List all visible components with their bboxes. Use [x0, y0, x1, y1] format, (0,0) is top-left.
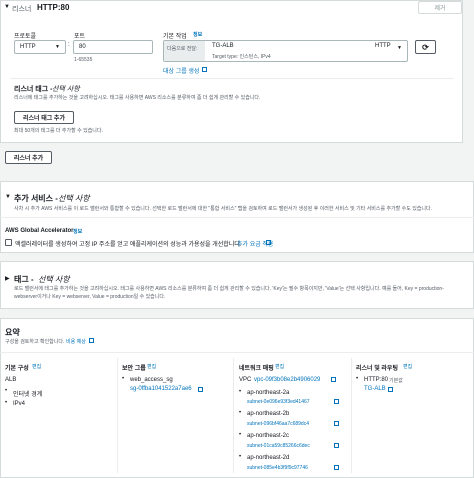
summary-desc: 구성을 검토하고 확인합니다.	[5, 339, 65, 345]
listener-title-prefix: 리스너	[12, 6, 32, 13]
ga-checkbox[interactable]	[5, 239, 12, 246]
listener-tags-desc: 리스너에 태그를 추가하는 것을 고려하십시오. 태그를 사용하면 AWS 리소…	[14, 95, 261, 101]
subnet-a-external-icon	[334, 399, 339, 404]
cost-estimate-link[interactable]: 비용 예상	[66, 338, 86, 345]
basic-config-edit-link[interactable]: 편집	[32, 363, 41, 370]
ga-checkbox-label: 액셀러레이터를 생성하여 고정 IP 주소를 얻고 애플리케이션의 성능과 가용…	[15, 242, 242, 248]
vpc-external-icon	[331, 377, 336, 382]
summary-target-group-link[interactable]: TG-ALB	[364, 386, 386, 392]
az-c: ap-northeast-2c	[247, 433, 290, 439]
subnet-c-link[interactable]: subnet-01ca59c85266c6dec	[247, 443, 310, 449]
protocol-select[interactable]: HTTP ▼	[14, 40, 66, 54]
tags-desc-line1: 로드 밸런서에 태그를 추가하는 것을 고려하십시오. 태그를 사용하면 AWS…	[14, 286, 444, 292]
az-bullet-a: •	[239, 389, 242, 395]
vpc-label: VPC	[239, 377, 252, 383]
security-bullet: •	[122, 376, 125, 382]
listener-tag-limit: 최대 50개의 태그를 더 추가할 수 있습니다.	[14, 128, 103, 134]
tags-optional: 선택 사항	[38, 275, 70, 284]
listener-collapse-icon[interactable]: ▼	[4, 4, 10, 10]
summary-target-group-external-icon	[388, 387, 393, 392]
basic-config-title: 기본 구성	[5, 366, 29, 372]
az-bullet-c: •	[239, 432, 242, 438]
addon-title: 추가 서비스 -	[14, 194, 58, 203]
ga-pricing-external-icon	[266, 240, 271, 245]
summary-col-divider-3	[351, 358, 352, 473]
default-action-info-link[interactable]: 정보	[193, 31, 202, 38]
network-edit-link[interactable]: 편집	[275, 363, 284, 370]
ga-title: AWS Global Accelerator	[5, 228, 74, 234]
forward-label: 다음으로 전달:	[167, 46, 198, 52]
listener-tags-optional: 선택 사항	[52, 86, 80, 93]
basic-bullet-1: •	[5, 388, 8, 394]
security-title: 보안 그룹	[122, 366, 146, 372]
addon-desc: 사차 시 추가 AWS 서비스를 이 로드 밸런서와 통합할 수 있습니다. 선…	[14, 206, 433, 212]
az-b: ap-northeast-2b	[247, 411, 290, 417]
basic-scheme: 인터넷 경계	[13, 392, 43, 398]
security-edit-link[interactable]: 편집	[147, 363, 156, 370]
remove-listener-button[interactable]: 제거	[418, 1, 462, 14]
target-group-protocol: HTTP	[375, 43, 391, 49]
colon-separator: :	[68, 42, 70, 48]
add-listener-button[interactable]: 리스너 추가	[5, 151, 52, 164]
az-d: ap-northeast-2d	[247, 455, 290, 461]
listeners-bullet: •	[356, 376, 359, 382]
summary-title: 요약	[5, 328, 20, 337]
tags-expand-icon[interactable]: ▶	[5, 275, 10, 282]
subnet-c-external-icon	[334, 443, 339, 448]
subnet-d-external-icon	[334, 465, 339, 470]
az-bullet-d: •	[239, 454, 242, 460]
addon-collapse-icon[interactable]: ▼	[5, 194, 11, 200]
refresh-button[interactable]: ⟳	[415, 40, 436, 54]
add-listener-tag-button[interactable]: 리스너 태그 추가	[14, 111, 74, 124]
port-value: 80	[79, 44, 86, 50]
cost-estimate-external-icon	[89, 338, 94, 343]
listener-tags-title: 리스너 태그 -	[14, 86, 53, 93]
subnet-b-external-icon	[334, 421, 339, 426]
security-group-external-icon	[198, 387, 203, 392]
basic-scheme-type: ALB	[5, 377, 17, 383]
network-title: 네트워크 매핑	[239, 366, 274, 372]
tags-title: 태그 -	[14, 275, 34, 284]
ga-info-link[interactable]: 정보	[73, 228, 82, 235]
port-input[interactable]: 80	[73, 40, 153, 54]
remove-label: 제거	[434, 6, 446, 12]
listeners-routing-title: 리스너 및 라우팅	[356, 366, 398, 372]
basic-ip-type: IPv4	[13, 401, 26, 407]
add-listener-tag-label: 리스너 태그 추가	[23, 116, 65, 122]
target-group-chevron-icon: ▼	[397, 45, 402, 51]
tags-desc-line2: webserver이거나 Key = webserver, Value = pr…	[14, 294, 166, 300]
security-group-name: web_access_sg	[130, 377, 173, 383]
refresh-icon: ⟳	[422, 42, 429, 52]
add-listener-label: 리스너 추가	[13, 156, 44, 162]
protocol-label: 프로토콜	[14, 34, 37, 40]
addon-optional: 선택 사항	[58, 194, 90, 203]
subnet-b-link[interactable]: subnet-096bf46aa7c689dc4	[247, 421, 309, 427]
summary-divider	[0, 352, 474, 353]
default-action-label: 기본 작업	[163, 34, 187, 40]
basic-bullet-2: •	[5, 400, 8, 406]
summary-col-divider-1	[117, 358, 118, 473]
listener-title: HTTP:80	[37, 3, 70, 12]
chevron-down-icon: ▼	[55, 44, 60, 50]
listener-divider	[10, 78, 454, 79]
protocol-value: HTTP	[20, 44, 36, 50]
external-link-icon	[202, 67, 207, 72]
az-a: ap-northeast-2a	[247, 390, 290, 396]
subnet-a-link[interactable]: subnet-0e096e93f3ed41467	[247, 399, 310, 405]
summary-listener-suffix: 기본값	[389, 378, 403, 384]
port-hint: 1-65535	[74, 57, 93, 63]
summary-col-divider-2	[233, 358, 234, 473]
target-group-type: Target type: 인스턴스, IPv4	[212, 54, 271, 60]
port-label: 포트	[74, 34, 86, 40]
security-group-id-link[interactable]: sg-0ffba1041522a7ae6	[130, 386, 192, 392]
create-target-group-link[interactable]: 대상 그룹 생성	[163, 66, 199, 75]
summary-listener: HTTP:80	[364, 377, 389, 383]
az-bullet-b: •	[239, 410, 242, 416]
vpc-id-link[interactable]: vpc-09f3b08e2b4906029	[254, 377, 320, 383]
listeners-routing-edit-link[interactable]: 편집	[403, 363, 412, 370]
addon-divider	[0, 217, 474, 218]
target-group-name: TG-ALB	[212, 43, 234, 49]
subnet-d-link[interactable]: subnet-085e4b3f9f9c97746	[247, 465, 308, 471]
